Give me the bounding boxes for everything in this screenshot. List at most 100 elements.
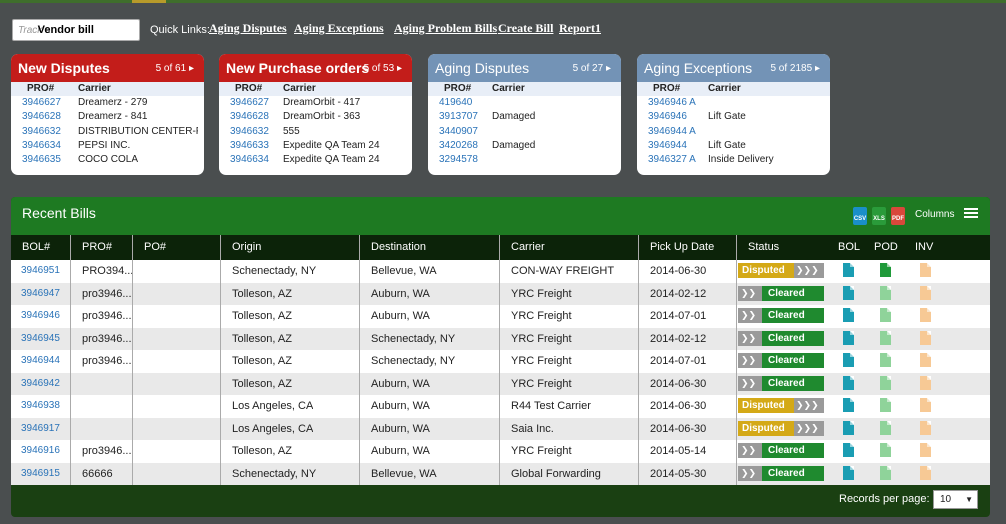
bol-link[interactable]: 3946947 — [21, 288, 60, 299]
th-origin[interactable]: Origin — [232, 241, 261, 253]
widget-pro-link[interactable]: 419640 — [439, 97, 472, 108]
records-per-page-label: Records per page: — [839, 493, 930, 505]
table-row[interactable]: 3946944 pro3946... Tolleson, AZ Schenectady… — [11, 350, 990, 373]
pod-document-icon[interactable] — [880, 465, 891, 480]
table-row[interactable]: 3946916 pro3946... Tolleson, AZ Auburn, WA Y… — [11, 440, 990, 463]
th-destination[interactable]: Destination — [371, 241, 426, 253]
th-status[interactable]: Status — [748, 241, 779, 253]
invoice-document-icon[interactable] — [920, 330, 931, 345]
bol-link[interactable]: 3946944 — [21, 355, 60, 366]
quick-link-aging-exceptions[interactable]: Aging Exceptions — [294, 21, 384, 36]
pod-document-icon[interactable] — [880, 375, 891, 390]
widget-pro-link[interactable]: 3946632 — [22, 126, 61, 137]
bol-document-icon[interactable] — [843, 308, 854, 322]
widget-pager[interactable]: 5 of 2185 ▸ — [770, 63, 820, 74]
widget-pro-link[interactable]: 3946946 A — [648, 97, 696, 108]
table-row[interactable]: 3946938 Los Angeles, CA Auburn, WA R44 Test… — [11, 395, 990, 418]
pod-document-icon[interactable] — [880, 308, 891, 322]
pod-document-icon[interactable] — [880, 353, 891, 367]
bol-document-icon[interactable] — [843, 398, 854, 412]
bol-document-icon[interactable] — [843, 443, 854, 457]
chevron-right-icon[interactable]: ▸ — [397, 63, 402, 74]
pod-document-icon[interactable] — [880, 330, 891, 345]
pod-document-icon[interactable] — [880, 263, 891, 277]
csv-export-icon[interactable]: CSV — [853, 207, 867, 225]
bol-document-icon[interactable] — [843, 375, 854, 390]
widget-pro-link[interactable]: 3946627 — [230, 97, 269, 108]
xls-export-icon[interactable]: XLS — [872, 207, 886, 225]
table-row[interactable]: 3946947 pro3946... Tolleson, AZ Auburn, WA Y… — [11, 282, 990, 305]
bol-link[interactable]: 3946915 — [21, 468, 60, 479]
bol-document-icon[interactable] — [843, 420, 854, 435]
invoice-document-icon[interactable] — [920, 375, 931, 390]
th-carrier[interactable]: Carrier — [511, 241, 545, 253]
widget-pro-link[interactable]: 3946632 — [230, 126, 269, 137]
columns-button[interactable]: Columns — [915, 209, 954, 220]
pod-document-icon[interactable] — [880, 420, 891, 435]
widget-pro-link[interactable]: 3946944 — [648, 140, 687, 151]
quick-link-aging-problem-bills[interactable]: Aging Problem Bills — [394, 21, 497, 36]
widget-pager[interactable]: 5 of 53 ▸ — [364, 63, 402, 74]
widget-pro-link[interactable]: 3294578 — [439, 154, 478, 165]
quick-link-report1[interactable]: Report1 — [559, 21, 601, 36]
widget-pro-link[interactable]: 3913707 — [439, 111, 478, 122]
pdf-export-icon[interactable]: PDF — [891, 207, 905, 225]
bol-link[interactable]: 3946951 — [21, 265, 60, 276]
bol-link[interactable]: 3946945 — [21, 333, 60, 344]
bol-document-icon[interactable] — [843, 353, 854, 367]
th-po-number[interactable]: PO# — [144, 241, 166, 253]
pod-document-icon[interactable] — [880, 443, 891, 457]
columns-list-icon[interactable] — [964, 208, 978, 222]
chevron-right-icon[interactable]: ▸ — [606, 63, 611, 74]
bol-link[interactable]: 3946938 — [21, 400, 60, 411]
table-row[interactable]: 3946915 66666 Schenectady, NY Bellevue, WA G… — [11, 462, 990, 485]
invoice-document-icon[interactable] — [920, 398, 931, 412]
chevron-right-icon[interactable]: ▸ — [815, 63, 820, 74]
th-pickup-date[interactable]: Pick Up Date — [650, 241, 714, 253]
invoice-document-icon[interactable] — [920, 420, 931, 435]
invoice-document-icon[interactable] — [920, 263, 931, 277]
th-pro-number[interactable]: PRO# — [82, 241, 112, 253]
widget-pro-link[interactable]: 3946327 A — [648, 154, 696, 165]
bol-link[interactable]: 3946946 — [21, 310, 60, 321]
widget-pro-link[interactable]: 3946628 — [22, 111, 61, 122]
table-row[interactable]: 3946946 pro3946... Tolleson, AZ Auburn, WA Y… — [11, 305, 990, 328]
chevron-right-icon[interactable]: ▸ — [189, 63, 194, 74]
pod-document-icon[interactable] — [880, 398, 891, 412]
widget-pager[interactable]: 5 of 61 ▸ — [156, 63, 194, 74]
widget-pro-link[interactable]: 3946628 — [230, 111, 269, 122]
invoice-document-icon[interactable] — [920, 465, 931, 480]
widget-pro-link[interactable]: 3420268 — [439, 140, 478, 151]
bol-document-icon[interactable] — [843, 465, 854, 480]
quick-link-aging-disputes[interactable]: Aging Disputes — [209, 21, 287, 36]
widget-pro-link[interactable]: 3946634 — [22, 140, 61, 151]
invoice-document-icon[interactable] — [920, 285, 931, 300]
widget-pro-link[interactable]: 3946633 — [230, 140, 269, 151]
widget-pro-link[interactable]: 3946627 — [22, 97, 61, 108]
table-row[interactable]: 3946945 pro3946... Tolleson, AZ Schenectady… — [11, 327, 990, 350]
bol-document-icon[interactable] — [843, 285, 854, 300]
bol-document-icon[interactable] — [843, 263, 854, 277]
widget-pro-link[interactable]: 3946946 — [648, 111, 687, 122]
th-bol-number[interactable]: BOL# — [22, 241, 50, 253]
bol-link[interactable]: 3946942 — [21, 378, 60, 389]
widget-pro-link[interactable]: 3946634 — [230, 154, 269, 165]
invoice-document-icon[interactable] — [920, 443, 931, 457]
bol-link[interactable]: 3946917 — [21, 423, 60, 434]
search-input[interactable]: Track a Vendor bill — [12, 19, 140, 41]
quick-link-create-bill[interactable]: Create Bill — [498, 21, 553, 36]
table-row[interactable]: 3946951 PRO394... Schenectady, NY Bellevue,… — [11, 260, 990, 283]
widget-pager[interactable]: 5 of 27 ▸ — [573, 63, 611, 74]
widget-pro-link[interactable]: 3946944 A — [648, 126, 696, 137]
widget-pro-link[interactable]: 3440907 — [439, 126, 478, 137]
table-row[interactable]: 3946917 Los Angeles, CA Auburn, WA Saia Inc… — [11, 417, 990, 440]
pod-document-icon[interactable] — [880, 285, 891, 300]
invoice-document-icon[interactable] — [920, 308, 931, 322]
bol-link[interactable]: 3946916 — [21, 445, 60, 456]
records-per-page-select[interactable]: 10 ▼ — [933, 490, 978, 509]
widget-pro-link[interactable]: 3946635 — [22, 154, 61, 165]
table-row[interactable]: 3946942 Tolleson, AZ Auburn, WA YRC Freight… — [11, 372, 990, 395]
bol-document-icon[interactable] — [843, 330, 854, 345]
widget-pager-count: 5 of 53 — [363, 63, 395, 74]
invoice-document-icon[interactable] — [920, 353, 931, 367]
